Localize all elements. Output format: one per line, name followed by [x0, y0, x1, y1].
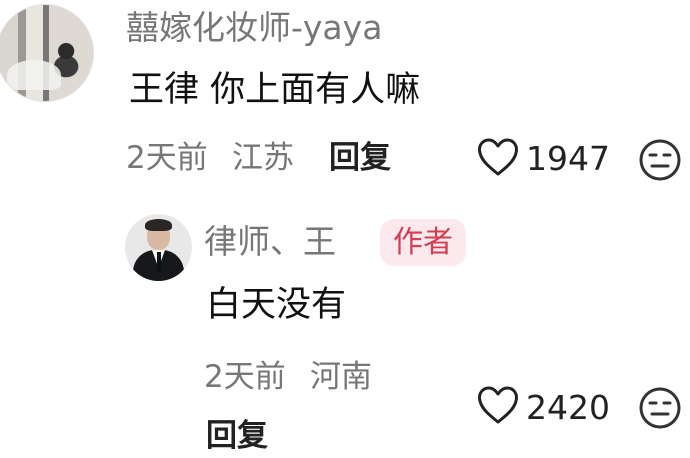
comment-author-name[interactable]: 囍嫁化妆师-yaya [126, 11, 382, 44]
author-badge: 作者 [380, 219, 466, 266]
reply-text: 白天没有 [206, 285, 347, 325]
reply-time: 2天前 [204, 359, 286, 395]
hair-shape [145, 219, 172, 231]
comment-location: 江苏 [232, 140, 294, 176]
heart-icon[interactable] [477, 386, 519, 426]
neutral-face-icon[interactable] [638, 138, 682, 182]
tie-shape [157, 252, 161, 272]
reply-author-name[interactable]: 律师、王 [204, 225, 336, 258]
comment-thread: 囍嫁化妆师-yaya 王律 你上面有人嘛 2天前 江苏 回复 1947 律师、王… [0, 0, 690, 458]
heart-icon[interactable] [477, 138, 519, 178]
reply-button[interactable]: 回复 [329, 143, 391, 174]
reply-button[interactable]: 回复 [206, 421, 268, 452]
author-avatar[interactable] [125, 214, 192, 281]
commenter-avatar[interactable] [0, 4, 94, 102]
like-count: 1947 [526, 139, 610, 178]
reply-location: 河南 [310, 359, 372, 395]
comment-time: 2天前 [126, 140, 208, 176]
neutral-face-icon[interactable] [638, 386, 682, 430]
comment-text: 王律 你上面有人嘛 [129, 70, 421, 110]
reply-like-count: 2420 [526, 388, 610, 427]
